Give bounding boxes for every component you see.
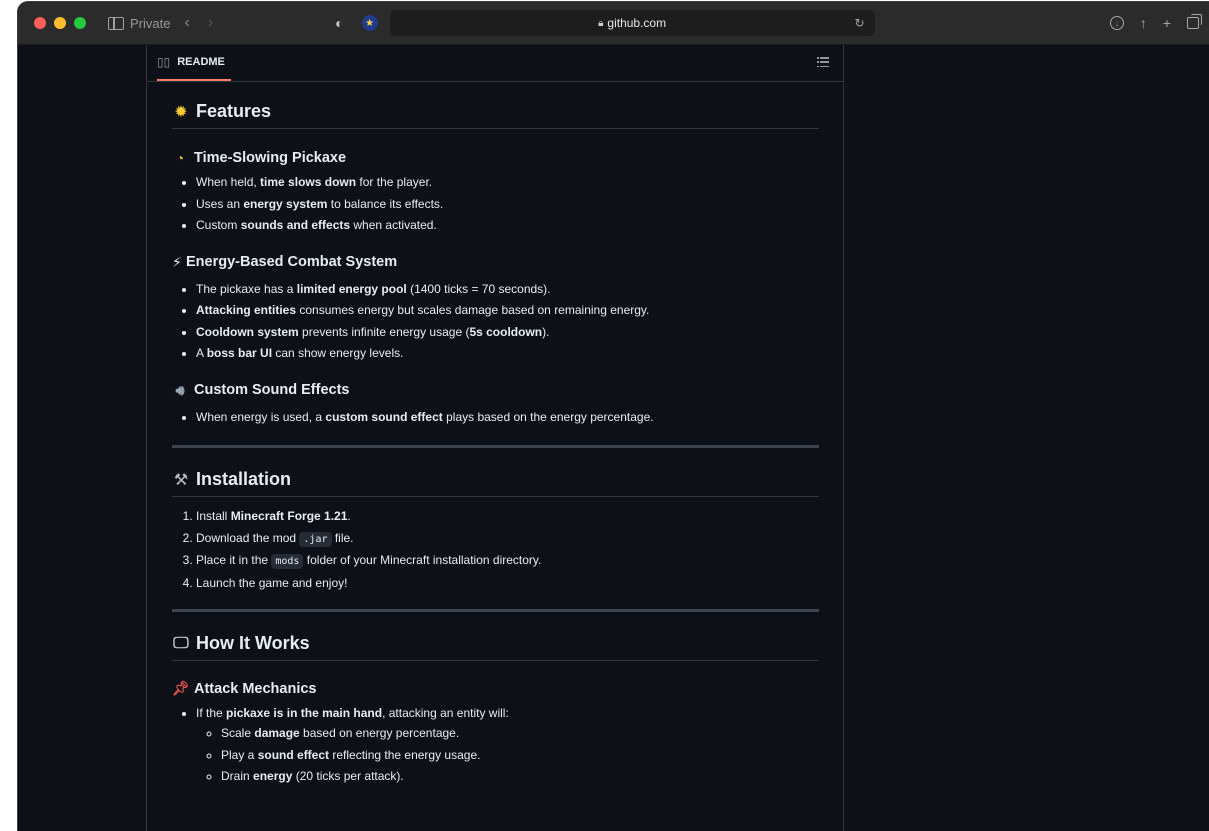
combat-heading: ⚡︎ Energy-Based Combat System (172, 253, 398, 271)
attack-list: If the pickaxe is in the main hand, atta… (172, 703, 819, 788)
speaker-icon: 🔊︎ (175, 381, 185, 398)
installation-heading: ⚒︎ Installation (172, 469, 819, 497)
lightning-icon: ⚡︎ (172, 253, 182, 270)
list-item: Play a sound effect reflecting the energ… (221, 745, 819, 767)
readme-panel: ▯▯ README ✹ Features ◔ Time-Slowing Pick… (146, 45, 844, 831)
list-item: Custom sounds and effects when activated… (196, 215, 819, 237)
features-heading: ✹ Features (172, 101, 819, 129)
markdown-body: ✹ Features ◔ Time-Slowing Pickaxe When h… (147, 101, 843, 788)
private-label: Private (130, 15, 171, 31)
list-item: Launch the game and enjoy! (196, 573, 819, 595)
zoom-window-button[interactable] (74, 17, 86, 29)
pickaxe-list: When held, time slows down for the playe… (172, 172, 819, 237)
sound-list: When energy is used, a custom sound effe… (172, 407, 819, 429)
pickaxe-heading: ◔ Time-Slowing Pickaxe (172, 150, 819, 166)
browser-toolbar: Private ‹ › ◐ ★ 🔒︎ github.com ↻ ↓ ↑ + (18, 2, 1209, 45)
minimize-window-button[interactable] (54, 17, 66, 29)
list-item: When held, time slows down for the playe… (196, 172, 819, 194)
back-icon[interactable]: ‹ (184, 14, 189, 32)
new-tab-icon[interactable]: + (1163, 15, 1171, 31)
inline-code: .jar (299, 531, 332, 547)
list-item: The pickaxe has a limited energy pool (1… (196, 279, 819, 301)
address-bar[interactable]: 🔒︎ github.com ↻ (389, 10, 875, 36)
tools-icon: ⚒︎ (173, 471, 189, 489)
list-item: Uses an energy system to balance its eff… (196, 194, 819, 216)
sound-heading: 🔊︎ Custom Sound Effects (172, 382, 819, 399)
table-of-contents-icon[interactable] (817, 57, 829, 67)
sidebar-toggle-button[interactable]: Private (108, 16, 170, 31)
pushpin-icon: 📌︎ (172, 680, 190, 696)
reload-icon[interactable]: ↻ (855, 16, 865, 30)
list-item: Attacking entities consumes energy but s… (196, 300, 819, 322)
readme-header: ▯▯ README (147, 45, 843, 82)
list-item: Install Minecraft Forge 1.21. (196, 506, 819, 528)
lock-icon: 🔒︎ (598, 17, 604, 29)
clock-icon: ◔ (175, 150, 185, 166)
attack-sublist: Scale damage based on energy percentage.… (196, 723, 819, 788)
window-controls (34, 17, 86, 29)
share-icon[interactable]: ↑ (1140, 15, 1147, 31)
list-item: Place it in the mods folder of your Mine… (196, 550, 819, 573)
attack-heading: 📌︎ Attack Mechanics (172, 680, 317, 697)
how-heading: 🖵︎ How It Works (172, 633, 819, 661)
list-item: Scale damage based on energy percentage. (221, 723, 819, 745)
inline-code: mods (271, 554, 304, 569)
list-item: Download the mod .jar file. (196, 528, 819, 551)
sidebar-icon (108, 16, 124, 30)
shield-icon[interactable]: ◐ (335, 15, 343, 31)
readme-tab-label: README (177, 56, 225, 68)
extension-icon[interactable]: ★ (361, 15, 378, 31)
list-item: When energy is used, a custom sound effe… (196, 407, 819, 429)
close-window-button[interactable] (34, 17, 46, 29)
browser-window: Private ‹ › ◐ ★ 🔒︎ github.com ↻ ↓ ↑ + ▯▯… (18, 2, 1209, 831)
forward-icon[interactable]: › (208, 14, 213, 32)
readme-tab[interactable]: ▯▯ README (157, 45, 231, 81)
url-text: github.com (607, 16, 667, 30)
list-item: If the pickaxe is in the main hand, atta… (196, 703, 819, 788)
list-item: A boss bar UI can show energy levels. (196, 343, 819, 365)
installation-steps: Install Minecraft Forge 1.21. Download t… (172, 506, 819, 594)
divider (172, 609, 819, 612)
star-icon: ✹ (174, 103, 188, 121)
list-item: Drain energy (20 ticks per attack). (221, 766, 819, 788)
list-item: Cooldown system prevents infinite energy… (196, 322, 819, 344)
tab-overview-icon[interactable] (1187, 14, 1202, 29)
downloads-icon[interactable]: ↓ (1109, 16, 1124, 30)
book-icon: ▯▯ (157, 55, 171, 69)
monitor-icon: 🖵︎ (173, 634, 189, 652)
divider (172, 445, 819, 448)
combat-list: The pickaxe has a limited energy pool (1… (172, 279, 819, 365)
